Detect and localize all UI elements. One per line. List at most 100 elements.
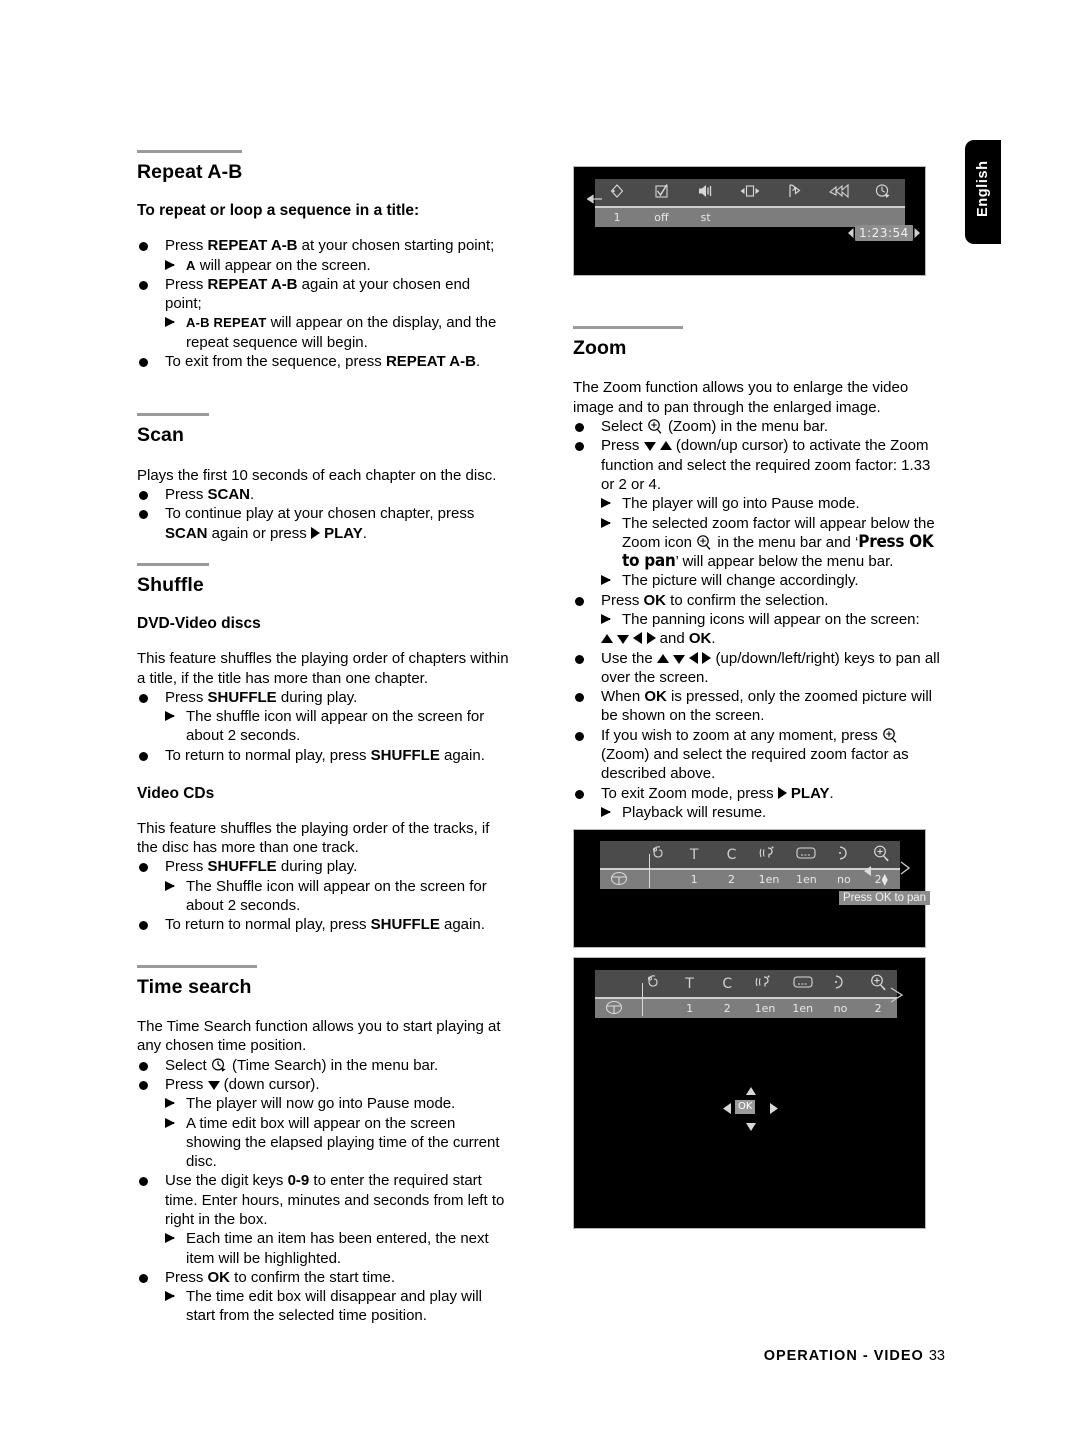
bullet-dot-icon	[139, 1061, 148, 1071]
osd-icon-angle[interactable]	[822, 974, 860, 993]
zoom-icon	[870, 974, 886, 990]
subheading-video-cds: Video CDs	[137, 784, 215, 802]
time-search-intro: The Time Search function allows you to s…	[137, 1018, 501, 1055]
bullet-text-pre: Press	[165, 858, 208, 876]
osd-icon-chapter[interactable]: C	[713, 847, 750, 863]
subtitle-icon	[793, 976, 813, 988]
osd-value-zoom-number: 2	[874, 873, 882, 886]
bullet-text-pre: If you wish to zoom at any moment, press	[601, 726, 882, 744]
bullet-text-pre: Press	[165, 1075, 208, 1093]
bullet-text-post: .	[362, 524, 367, 542]
osd-value-chapter: 2	[723, 1002, 731, 1015]
audio-language-icon	[755, 975, 770, 987]
arrow-marker-icon	[601, 517, 611, 528]
bullet-text-line1: To continue play at your chosen chapter,…	[165, 505, 475, 523]
osd-value-audio: st	[700, 211, 711, 224]
osd-icon-audio[interactable]	[684, 183, 728, 202]
osd-icon-title[interactable]: T	[671, 976, 709, 992]
bullet-dot-icon	[575, 654, 584, 664]
osd-icon-audio-language[interactable]	[746, 974, 784, 993]
osd-icon-row	[595, 179, 905, 206]
bullet-text-post: (Zoom) and select the required zoom fact…	[601, 746, 909, 783]
bullet-text-post: at your chosen starting point;	[297, 237, 495, 255]
checkbox-icon	[655, 184, 668, 198]
left-arrow-icon[interactable]	[722, 1102, 732, 1115]
shuffle-vcd-intro: This feature shuffles the playing order …	[137, 819, 490, 857]
bullet-dot-icon	[575, 596, 584, 606]
arrow-note: The Shuffle icon will appear on the scre…	[165, 877, 509, 916]
arrow-note: Playback will resume.	[601, 803, 945, 822]
ok-button[interactable]: OK	[735, 1100, 756, 1114]
panning-control-cluster[interactable]: OK	[722, 1086, 780, 1132]
time-search-bullet-list: Select (Time Search) in the menu bar. Pr…	[137, 1056, 509, 1326]
page-footer: OPERATION - VIDEO 33	[0, 1348, 945, 1364]
list-item: Press SHUFFLE during play. The Shuffle i…	[137, 857, 509, 915]
bullet-text-pre: Press	[165, 237, 208, 255]
time-edit-box[interactable]: 1:23:54	[847, 225, 921, 241]
osd-icon-audio-language[interactable]	[750, 845, 787, 864]
right-arrow-icon[interactable]	[769, 1102, 779, 1115]
disc-icon	[605, 1000, 623, 1014]
right-arrow-icon	[900, 861, 911, 875]
list-item: When OK is pressed, only the zoomed pict…	[573, 687, 945, 726]
arrow-note: A-B REPEAT will appear on the display, a…	[165, 313, 509, 352]
language-tab-label: English	[975, 160, 991, 217]
osd-icon-disc[interactable]	[633, 974, 671, 993]
bullet-dot-icon	[139, 1080, 148, 1090]
bullet-text-pre: Press	[601, 591, 644, 609]
bullet-dot-icon	[139, 1177, 148, 1187]
osd-icon-scan[interactable]	[816, 183, 860, 202]
arrow-note-mid: in the menu bar and ‘	[713, 533, 859, 551]
arrow-note: The panning icons will appear on the scr…	[601, 610, 945, 629]
osd-icon-angle[interactable]	[825, 845, 862, 864]
list-item: To exit Zoom mode, press PLAY. Playback …	[573, 784, 945, 823]
bullet-text-pre: Press	[165, 1268, 208, 1286]
shuffle-dvd-intro: This feature shuffles the playing order …	[137, 650, 509, 687]
disc-title-icon	[647, 975, 658, 987]
osd-icon-screen-fit[interactable]	[728, 184, 772, 201]
osd-icon-time-search[interactable]	[861, 183, 905, 203]
down-cursor-icon	[207, 1080, 220, 1090]
osd-icon-checkbox[interactable]	[639, 183, 683, 202]
bullet-text-pre: Use the	[601, 649, 657, 667]
up-arrow-icon[interactable]	[745, 1086, 757, 1096]
osd-icon-disc[interactable]	[638, 845, 675, 864]
list-item: Press REPEAT A-B at your chosen starting…	[137, 236, 509, 275]
bullet-text-bold: SHUFFLE	[207, 688, 277, 706]
bullet-text-pre: Press	[165, 486, 208, 504]
arrow-note: A will appear on the screen.	[165, 256, 509, 275]
bullet-text-bold-scan: SCAN	[165, 524, 208, 542]
zoom-icon	[697, 535, 711, 550]
section-heading-time-search: Time search	[137, 975, 252, 998]
osd-icon-chapter[interactable]: C	[708, 976, 746, 992]
angle-icon	[835, 975, 844, 989]
footer-label: OPERATION - VIDEO	[763, 1348, 924, 1364]
section-heading-scan: Scan	[137, 424, 185, 447]
bullet-text-bold: SHUFFLE	[370, 916, 440, 934]
osd-icon-disc-lead[interactable]	[600, 871, 638, 889]
arrow-marker-icon	[165, 1233, 175, 1244]
language-tab-english: English	[965, 140, 1001, 244]
osd-icon-subtitle[interactable]	[784, 975, 822, 992]
osd-icon-row: T C	[600, 841, 900, 868]
arrow-note: The player will now go into Pause mode.	[165, 1094, 509, 1113]
osd-icon-subtitle[interactable]	[788, 846, 825, 863]
bullet-text-post: to confirm the start time.	[230, 1268, 396, 1286]
osd-icon-disc-lead[interactable]	[595, 1000, 633, 1018]
bullet-text-post: to confirm the selection.	[666, 591, 829, 609]
osd-icon-title[interactable]: T	[675, 847, 712, 863]
osd-icon-repeat-ab[interactable]	[772, 183, 816, 202]
down-cursor-icon	[643, 442, 656, 452]
bullet-text-pre: To return to normal play, press	[165, 746, 371, 764]
down-arrow-icon[interactable]	[745, 1122, 757, 1132]
osd-value-title: 1	[690, 873, 698, 886]
osd-value-row: 1 2 1en 1en no 2▲ ▼	[600, 868, 900, 889]
right-arrow-icon	[914, 228, 920, 238]
osd-icon-zoom[interactable]	[863, 845, 900, 865]
osd-value-subtitle: 1en	[796, 873, 817, 886]
section-rule	[137, 150, 242, 153]
arrow-marker-icon	[601, 806, 611, 817]
scan-intro: Plays the first 10 seconds of each chapt…	[137, 466, 497, 484]
arrow-note-text: The time edit box will disappear and pla…	[186, 1288, 482, 1325]
list-item: If you wish to zoom at any moment, press…	[573, 726, 945, 784]
